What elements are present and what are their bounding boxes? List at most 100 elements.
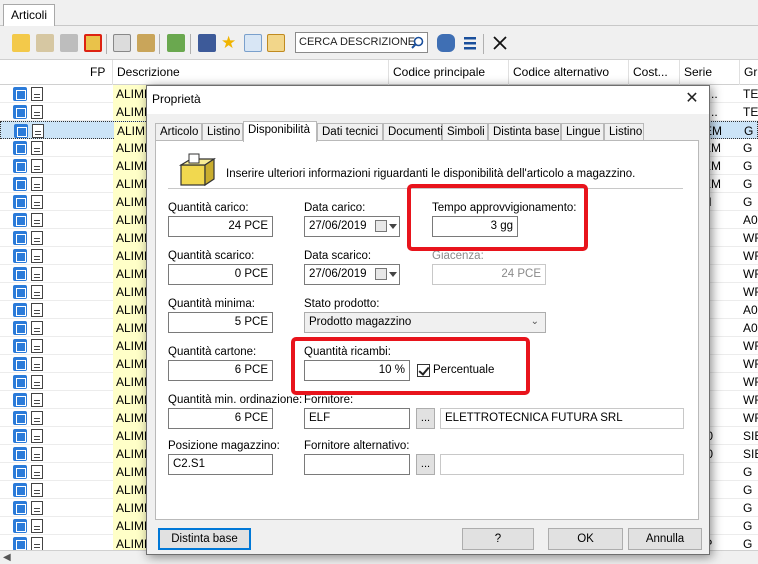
cell-gr: A0	[743, 303, 758, 317]
fornitore-browse-button[interactable]: ...	[416, 408, 435, 429]
document-icon	[31, 303, 43, 317]
properties-dialog: Proprietà ✕ Articolo Listino Disponibili…	[146, 85, 710, 555]
duplicate-item-icon[interactable]	[60, 34, 78, 52]
column-header-serie[interactable]: Serie	[680, 60, 740, 85]
article-type-icon	[13, 321, 27, 335]
tab-listino[interactable]: Listino	[202, 123, 243, 141]
tab-articoli[interactable]: Articoli	[3, 4, 56, 26]
article-type-icon	[13, 357, 27, 371]
article-type-icon	[13, 411, 27, 425]
document-icon	[31, 483, 43, 497]
article-type-icon	[13, 537, 27, 551]
column-header-codice-principale[interactable]: Codice principale	[389, 60, 509, 85]
scroll-left-icon[interactable]: ◀	[3, 552, 11, 563]
cell-gr: G	[743, 141, 753, 155]
cell-gr: G	[743, 519, 753, 533]
tab-articolo[interactable]: Articolo	[155, 123, 202, 141]
filter-icon[interactable]	[244, 34, 262, 52]
document-icon	[31, 213, 43, 227]
edit-item-icon[interactable]	[36, 34, 54, 52]
document-icon	[31, 447, 43, 461]
tab-distinta-base[interactable]: Distinta base	[488, 123, 561, 141]
filter-active-icon[interactable]	[267, 34, 285, 52]
data-carico-field[interactable]: 27/06/2019	[304, 216, 400, 237]
posizione-magazzino-field[interactable]: C2.S1	[168, 454, 273, 475]
column-header-descrizione[interactable]: Descrizione	[113, 60, 389, 85]
fornitore-alternativo-browse-button[interactable]: ...	[416, 454, 435, 475]
data-scarico-label: Data scarico:	[304, 250, 372, 262]
fornitore-alternativo-code-field[interactable]	[304, 454, 410, 475]
quantita-minima-field[interactable]: 5 PCE	[168, 312, 273, 333]
export-icon[interactable]	[167, 34, 185, 52]
article-type-icon	[13, 249, 27, 263]
cell-gr: TE	[743, 105, 758, 119]
copy-icon[interactable]	[113, 34, 131, 52]
document-icon	[31, 411, 43, 425]
article-type-icon	[13, 87, 27, 101]
tab-documenti[interactable]: Documenti	[383, 123, 443, 141]
annulla-button[interactable]: Annulla	[628, 528, 702, 550]
search-description-input[interactable]: CERCA DESCRIZIONE	[295, 32, 428, 53]
disponibilita-page: Inserire ulteriori informazioni riguarda…	[155, 140, 699, 520]
document-tabstrip: Articoli	[0, 0, 758, 26]
tab-disponibilita[interactable]: Disponibilità	[243, 121, 317, 142]
calendar-icon[interactable]	[375, 220, 387, 232]
star-icon[interactable]: ★	[221, 34, 239, 52]
document-icon	[31, 357, 43, 371]
article-type-icon	[13, 501, 27, 515]
document-icon	[31, 141, 43, 155]
stato-prodotto-label: Stato prodotto:	[304, 298, 380, 310]
delete-item-icon[interactable]	[84, 34, 102, 52]
dialog-close-icon[interactable]: ✕	[683, 90, 701, 108]
document-icon	[31, 231, 43, 245]
cell-gr: WF	[743, 231, 758, 245]
search-icon[interactable]	[411, 36, 424, 49]
data-scarico-field[interactable]: 27/06/2019	[304, 264, 400, 285]
quantita-scarico-field[interactable]: 0 PCE	[168, 264, 273, 285]
binoculars-icon[interactable]	[198, 34, 216, 52]
help-button[interactable]: ?	[462, 528, 534, 550]
cell-gr: WF	[743, 249, 758, 263]
tab-lingue[interactable]: Lingue	[561, 123, 604, 141]
document-icon	[32, 124, 44, 138]
menu-icon[interactable]	[461, 34, 479, 52]
tab-listino-2[interactable]: Listino	[604, 123, 644, 141]
database-icon[interactable]	[437, 34, 455, 52]
quantita-carico-field[interactable]: 24 PCE	[168, 216, 273, 237]
cell-gr: G	[743, 465, 753, 479]
calendar-icon[interactable]	[375, 268, 387, 280]
document-icon	[31, 249, 43, 263]
quantita-cartone-field[interactable]: 6 PCE	[168, 360, 273, 381]
close-icon[interactable]	[491, 34, 509, 52]
document-icon	[31, 465, 43, 479]
quantita-min-ordinazione-field[interactable]: 6 PCE	[168, 408, 273, 429]
column-header-gr[interactable]: Gr	[740, 60, 758, 85]
paste-icon[interactable]	[137, 34, 155, 52]
column-header-costo[interactable]: Cost...	[629, 60, 680, 85]
cell-gr: A0	[743, 213, 758, 227]
fornitore-name-field: ELETTROTECNICA FUTURA SRL	[440, 408, 684, 429]
dialog-tabs: Articolo Listino Disponibilità Dati tecn…	[155, 121, 703, 142]
toolbar-separator	[106, 34, 107, 54]
toolbar-separator	[159, 34, 160, 54]
cell-gr: WF	[743, 285, 758, 299]
new-item-icon[interactable]	[12, 34, 30, 52]
column-header-codice-alternativo[interactable]: Codice alternativo	[509, 60, 629, 85]
cell-gr: G	[743, 159, 753, 173]
ok-button[interactable]: OK	[548, 528, 623, 550]
stato-prodotto-select[interactable]: Prodotto magazzino ⌄	[304, 312, 546, 333]
tab-simboli[interactable]: Simboli	[442, 123, 488, 141]
column-header-fp[interactable]: FP	[86, 60, 113, 85]
cell-gr: G	[743, 195, 753, 209]
chevron-down-icon[interactable]	[389, 272, 397, 277]
cell-gr: WF	[743, 339, 758, 353]
fornitore-label: Fornitore:	[304, 394, 354, 406]
fornitore-code-field[interactable]: ELF	[304, 408, 410, 429]
document-icon	[31, 267, 43, 281]
document-icon	[31, 105, 43, 119]
distinta-base-button[interactable]: Distinta base	[158, 528, 251, 550]
tab-dati-tecnici[interactable]: Dati tecnici	[317, 123, 383, 141]
document-icon	[31, 159, 43, 173]
chevron-down-icon[interactable]	[389, 224, 397, 229]
cell-gr: SIE	[743, 447, 758, 461]
